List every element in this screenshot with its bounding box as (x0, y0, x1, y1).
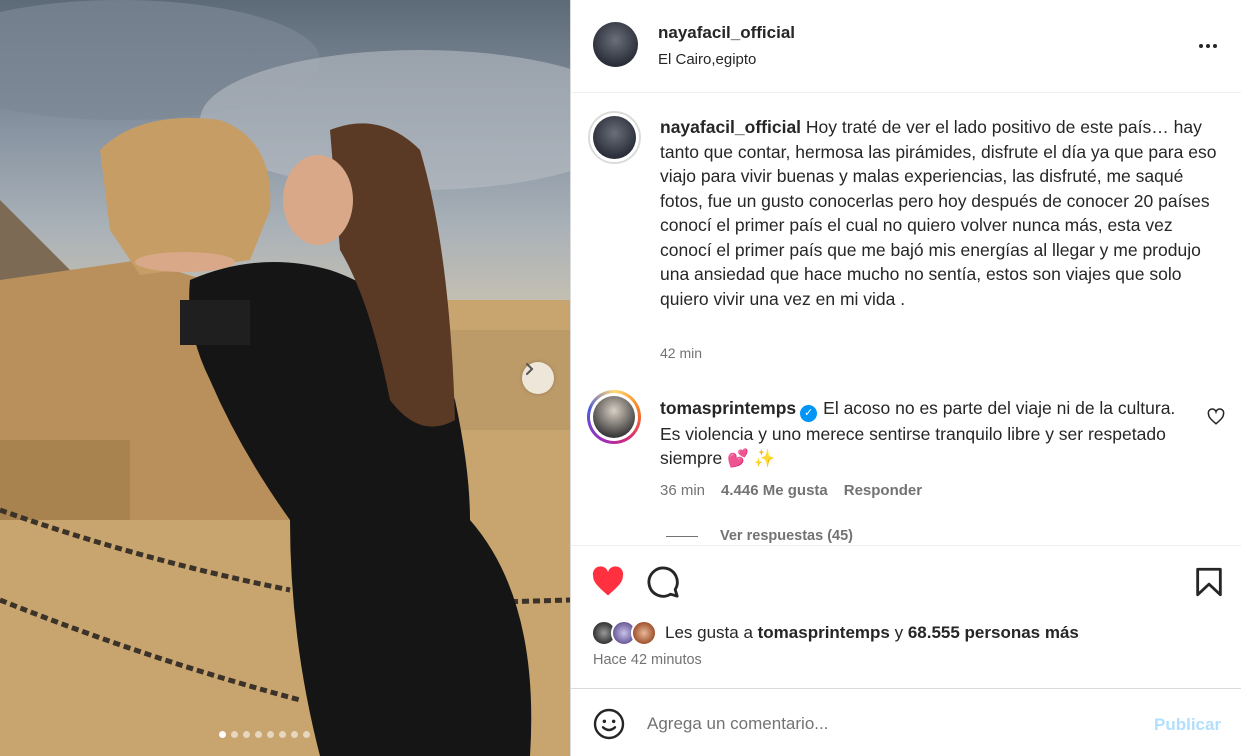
more-options-button[interactable] (1193, 34, 1223, 58)
comment-bubble-icon[interactable] (646, 565, 680, 599)
carousel-dot (243, 731, 250, 738)
carousel-dots (219, 731, 310, 738)
post-details-panel: nayafacil_official El Cairo,egipto nayaf… (570, 0, 1241, 756)
commenter-username[interactable]: tomasprintemps (660, 398, 796, 418)
replies-divider-line (666, 535, 698, 537)
carousel-dot (231, 731, 238, 738)
likes-summary: Les gusta a tomasprintemps y 68.555 pers… (591, 619, 1079, 647)
carousel-dot (279, 731, 286, 738)
likes-connector: y (889, 623, 908, 642)
likes-text: Les gusta a tomasprintemps y 68.555 pers… (665, 623, 1079, 643)
commenter-avatar (593, 396, 635, 438)
post-caption: nayafacil_official Hoy traté de ver el l… (660, 115, 1220, 311)
liker-avatar[interactable] (631, 620, 657, 646)
caption-avatar-ring[interactable] (588, 111, 641, 164)
likes-user[interactable]: tomasprintemps (758, 623, 890, 642)
more-dot-icon (1213, 44, 1217, 48)
more-dot-icon (1206, 44, 1210, 48)
comment-like-heart-icon[interactable] (1207, 408, 1225, 426)
comment-likes-count[interactable]: 4.446 Me gusta (721, 482, 828, 499)
save-bookmark-icon[interactable] (1192, 565, 1226, 599)
add-comment-bar: Publicar (571, 688, 1241, 756)
carousel-dot (267, 731, 274, 738)
photo-illustration (0, 0, 570, 756)
post-actions (571, 546, 1241, 616)
likes-prefix: Les gusta a (665, 623, 758, 642)
carousel-dot (303, 731, 310, 738)
view-replies-label: Ver respuestas (45) (720, 528, 853, 544)
post-location[interactable]: El Cairo,egipto (658, 51, 756, 68)
carousel-dot (291, 731, 298, 738)
post-header: nayafacil_official El Cairo,egipto (571, 0, 1241, 93)
caption-text: Hoy traté de ver el lado positivo de est… (660, 117, 1217, 309)
caption-avatar (593, 116, 636, 159)
comments-section[interactable]: nayafacil_official Hoy traté de ver el l… (571, 93, 1241, 546)
view-replies-button[interactable]: Ver respuestas (45) (666, 528, 853, 544)
post-photo[interactable] (0, 0, 570, 756)
carousel-dot (255, 731, 262, 738)
author-avatar[interactable] (593, 22, 638, 67)
verified-badge-icon: ✓ (800, 404, 818, 422)
caption-username[interactable]: nayafacil_official (660, 117, 801, 137)
likes-others[interactable]: 68.555 personas más (908, 623, 1079, 642)
more-dot-icon (1199, 44, 1203, 48)
commenter-avatar-ring[interactable] (587, 390, 641, 444)
comment-body: tomasprintemps ✓ El acoso no es parte del … (660, 396, 1200, 471)
comment-timestamp: 36 min (660, 482, 706, 499)
post-timestamp[interactable]: Hace 42 minutos (593, 652, 702, 668)
reply-button[interactable]: Responder (844, 482, 922, 499)
caption-timestamp: 42 min (660, 345, 703, 361)
comment-meta: 36 min 4.446 Me gusta Responder (660, 482, 922, 499)
carousel-next-button[interactable] (522, 362, 554, 394)
carousel-dot (219, 731, 226, 738)
chevron-right-icon (526, 363, 534, 375)
like-heart-icon[interactable] (591, 565, 625, 599)
author-username[interactable]: nayafacil_official (658, 23, 795, 43)
emoji-icon[interactable] (593, 708, 625, 740)
comment-input[interactable] (647, 711, 1107, 737)
publish-button[interactable]: Publicar (1154, 715, 1221, 735)
